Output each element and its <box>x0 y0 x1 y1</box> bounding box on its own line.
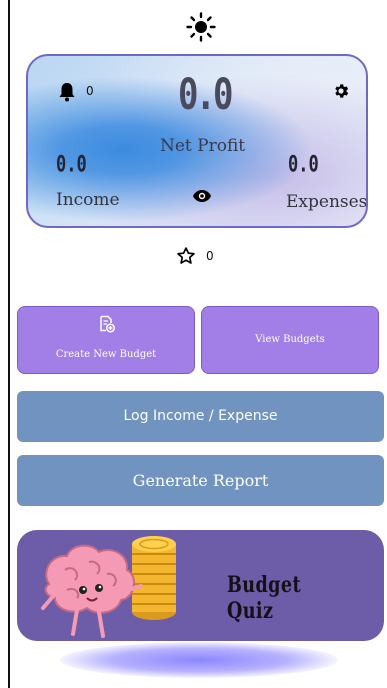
generate-report-button[interactable]: Generate Report <box>17 455 384 506</box>
view-budgets-button[interactable]: View Budgets <box>201 306 379 374</box>
bell-icon[interactable] <box>58 82 76 102</box>
log-income-expense-button[interactable]: Log Income / Expense <box>17 391 384 442</box>
star-icon[interactable] <box>176 246 196 266</box>
income-label: Income <box>56 190 120 210</box>
net-profit-label: Net Profit <box>160 136 246 156</box>
coin-stack-icon <box>132 536 176 620</box>
notification-count: 0 <box>86 84 94 98</box>
view-budgets-label: View Budgets <box>255 334 325 345</box>
eye-icon[interactable] <box>192 189 212 203</box>
net-profit-value: 0.0 <box>178 70 233 120</box>
gear-icon[interactable] <box>332 82 350 100</box>
document-add-icon <box>100 315 116 333</box>
expenses-label: Expenses <box>286 192 368 212</box>
net-profit-card: 0 0.0 Net Profit 0.0 0.0 Income Expenses <box>26 54 368 228</box>
budget-quiz-banner[interactable]: Budget Quiz <box>17 530 384 641</box>
sun-icon[interactable] <box>186 12 216 42</box>
create-budget-label: Create New Budget <box>55 349 157 360</box>
bottom-glow-decoration <box>60 642 338 678</box>
star-count: 0 <box>206 249 214 263</box>
income-value: 0.0 <box>56 152 87 178</box>
brain-character <box>41 544 143 638</box>
left-border-line <box>8 0 10 688</box>
brain-mascot-illustration <box>41 536 176 638</box>
expenses-value: 0.0 <box>288 152 319 178</box>
quiz-title: Budget Quiz <box>227 572 302 624</box>
create-budget-button[interactable]: Create New Budget <box>17 306 195 374</box>
